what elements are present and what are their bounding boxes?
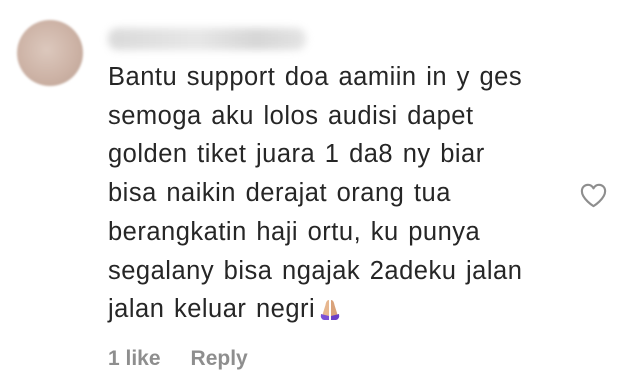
comment-text: Bantu support doa aamiin in y ges semoga… — [108, 58, 578, 329]
comment-line-text: jalan keluar negri — [108, 295, 316, 324]
folded-hands-emoji — [321, 300, 340, 321]
comment-line-last: jalan keluar negri — [108, 290, 578, 329]
avatar[interactable] — [17, 20, 83, 86]
comment-line: berangkatin haji ortu, ku punya — [108, 217, 481, 246]
heart-outline-icon[interactable] — [578, 180, 609, 211]
comment-item: Bantu support doa aamiin in y ges semoga… — [0, 0, 630, 383]
username-blurred[interactable] — [108, 28, 306, 50]
comment-line: semoga aku lolos audisi dapet — [108, 101, 474, 130]
like-count[interactable]: 1 like — [108, 347, 161, 371]
reply-button[interactable]: Reply — [191, 347, 248, 371]
comment-line: Bantu support doa aamiin in y ges — [108, 63, 523, 91]
comment-line: segalany bisa ngajak 2adeku jalan — [108, 256, 523, 285]
comment-line: golden tiket juara 1 da8 ny biar — [108, 140, 485, 169]
comment-meta: 1 like Reply — [108, 347, 248, 371]
comment-line: bisa naikin derajat orang tua — [108, 179, 451, 208]
